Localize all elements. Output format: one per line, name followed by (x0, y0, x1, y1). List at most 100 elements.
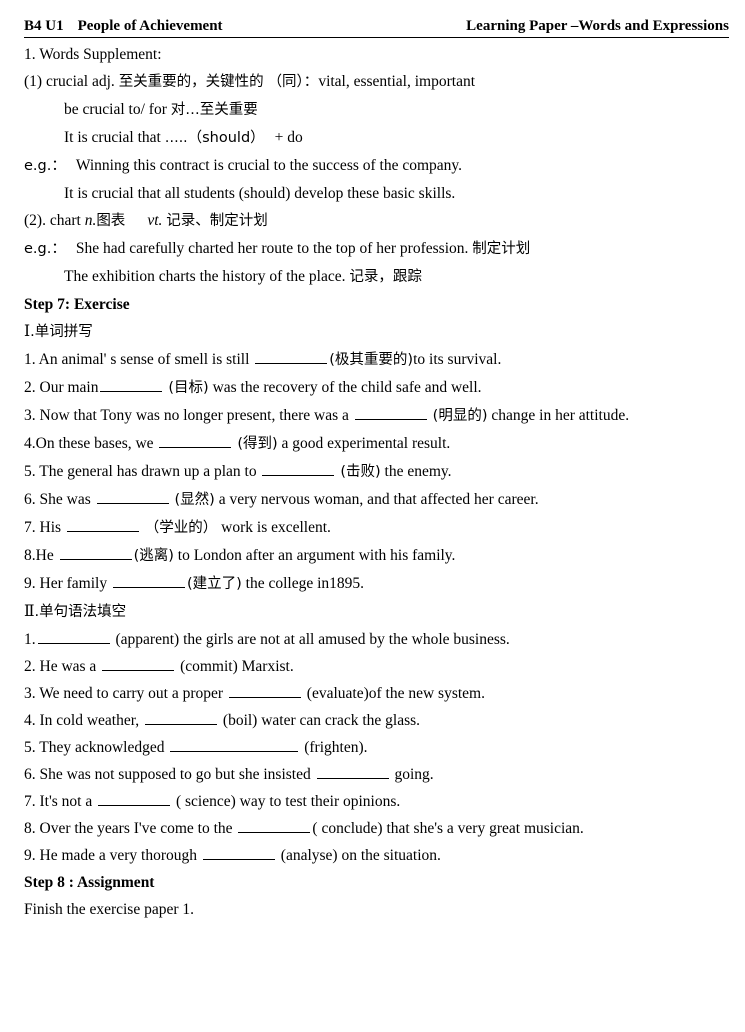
list-item: 4. In cold weather, (boil) water can cra… (24, 707, 729, 734)
entry-2-meaning2-cn: 记录、制定计划 (166, 213, 268, 229)
part2-items: 1. (apparent) the girls are not at all a… (24, 626, 729, 869)
eg-1-text: Winning this contract is crucial to the … (75, 157, 463, 174)
item-pre: It's not a (39, 793, 93, 810)
item-hint: ( science) (175, 793, 236, 810)
answer-blank[interactable] (66, 516, 139, 532)
answer-blank[interactable] (170, 736, 299, 752)
list-item: 3. Now that Tony was no longer present, … (24, 402, 729, 430)
list-item: 6. She was not supposed to go but she in… (24, 761, 729, 788)
item-hint: (逃离) (133, 548, 174, 564)
list-item: 3. We need to carry out a proper (evalua… (24, 680, 729, 707)
item-hint: (apparent) (115, 631, 180, 648)
item-num: 7. (24, 519, 36, 536)
list-item: 1. An animal' s sense of smell is still … (24, 346, 729, 374)
answer-blank[interactable] (202, 844, 275, 860)
item-pre: On these bases, we (35, 435, 154, 452)
item-post: change in her attitude. (491, 407, 630, 424)
answer-blank[interactable] (102, 655, 175, 671)
answer-blank[interactable] (159, 432, 232, 448)
item-num: 5. (24, 739, 36, 756)
list-item: 9. He made a very thorough (analyse) on … (24, 842, 729, 869)
entry-1-example-2: It is crucial that all students (should)… (24, 180, 729, 207)
entry-1-example-1: e.g.： Winning this contract is crucial to… (24, 152, 729, 180)
list-item: 8.He (逃离) to London after an argument wi… (24, 542, 729, 570)
entry-1-meaning-cn: 至关重要的，关键性的 (118, 74, 264, 90)
item-num: 9. (24, 847, 36, 864)
item-post: to its survival. (413, 351, 502, 368)
answer-blank[interactable] (255, 348, 328, 364)
entry-1-usage-2: It is crucial that …..（should） + do (24, 124, 729, 152)
answer-blank[interactable] (354, 404, 427, 420)
header-title: People of Achievement (77, 18, 223, 34)
answer-blank[interactable] (238, 817, 311, 833)
item-post: the girls are not at all amused by the w… (183, 631, 510, 648)
answer-blank[interactable] (262, 460, 335, 476)
header-unit: B4 U1 (24, 18, 64, 34)
entry-1-number: (1) (24, 73, 43, 90)
item-pre: The general has drawn up a plan to (39, 463, 257, 480)
item-post: the enemy. (384, 463, 452, 480)
answer-blank[interactable] (37, 628, 110, 644)
answer-blank[interactable] (228, 682, 301, 698)
list-item: 2. Our main (目标) was the recovery of the… (24, 374, 729, 402)
item-post: to London after an argument with his fam… (177, 547, 456, 564)
item-post: of the new system. (368, 685, 485, 702)
item-hint: (明显的) (432, 408, 488, 424)
eg-label-1: e.g.： (24, 158, 66, 174)
item-hint: (evaluate) (306, 685, 369, 702)
entry-2-meaning1-cn: 图表 (96, 213, 126, 229)
list-item: 5. The general has drawn up a plan to (击… (24, 458, 729, 486)
answer-blank[interactable] (100, 376, 163, 392)
item-num: 4. (24, 435, 36, 452)
answer-blank[interactable] (145, 709, 218, 725)
part2-numeral: Ⅱ (24, 602, 35, 620)
answer-blank[interactable] (316, 763, 389, 779)
entry-1-word: crucial (45, 73, 89, 90)
item-post: way to test their opinions. (239, 793, 401, 810)
item-pre: He (35, 547, 54, 564)
item-hint: (显然) (174, 492, 215, 508)
item-hint: (analyse) (280, 847, 338, 864)
entry-2-word: chart (49, 212, 81, 229)
item-post: water can crack the glass. (261, 712, 421, 729)
entry-chart-line: (2). chart n.图表 vt. 记录、制定计划 (24, 207, 729, 235)
page-header: B4 U1 People of Achievement Learning Pape… (24, 18, 729, 38)
item-num: 6. (24, 766, 36, 783)
eg-4-text: The exhibition charts the history of the… (64, 268, 346, 285)
answer-blank[interactable] (96, 488, 169, 504)
item-post: on the situation. (341, 847, 441, 864)
entry-1-synonyms: vital, essential, important (318, 73, 476, 90)
list-item: 6. She was (显然) a very nervous woman, an… (24, 486, 729, 514)
item-num: 9. (24, 575, 36, 592)
item-hint: (得到) (237, 436, 278, 452)
item-hint: （学业的） (144, 520, 218, 536)
answer-blank[interactable] (98, 790, 171, 806)
document-page: B4 U1 People of Achievement Learning Pape… (0, 0, 745, 1032)
item-hint: (建立了) (186, 576, 242, 592)
item-num: 2. (24, 658, 36, 675)
item-pre: We need to carry out a proper (39, 685, 224, 702)
usage-1-en: be crucial to/ for (64, 101, 167, 118)
list-item: 1. (apparent) the girls are not at all a… (24, 626, 729, 653)
list-item: 7. His （学业的） work is excellent. (24, 514, 729, 542)
answer-blank[interactable] (59, 544, 132, 560)
list-item: 4.On these bases, we (得到) a good experim… (24, 430, 729, 458)
item-num: 2. (24, 379, 36, 396)
item-num: 7. (24, 793, 36, 810)
item-num: 8. (24, 820, 36, 837)
item-pre: Now that Tony was no longer present, the… (39, 407, 349, 424)
answer-blank[interactable] (112, 572, 185, 588)
list-item: 5. They acknowledged (frighten). (24, 734, 729, 761)
item-hint: (极其重要的) (329, 352, 414, 368)
item-post: the college in1895. (245, 575, 365, 592)
item-pre: They acknowledged (39, 739, 165, 756)
item-pre: Our main (39, 379, 99, 396)
step7-heading: Step 7: Exercise (24, 296, 130, 313)
item-hint: (击败) (340, 464, 381, 480)
step8-body: Finish the exercise paper 1. (24, 901, 195, 918)
item-num: 4. (24, 712, 36, 729)
usage-2-en: It is crucial that (64, 129, 161, 146)
item-post: was the recovery of the child safe and w… (212, 379, 482, 396)
usage-1-cn: 对…至关重要 (170, 102, 258, 118)
list-item: 9. Her family (建立了) the college in1895. (24, 570, 729, 598)
